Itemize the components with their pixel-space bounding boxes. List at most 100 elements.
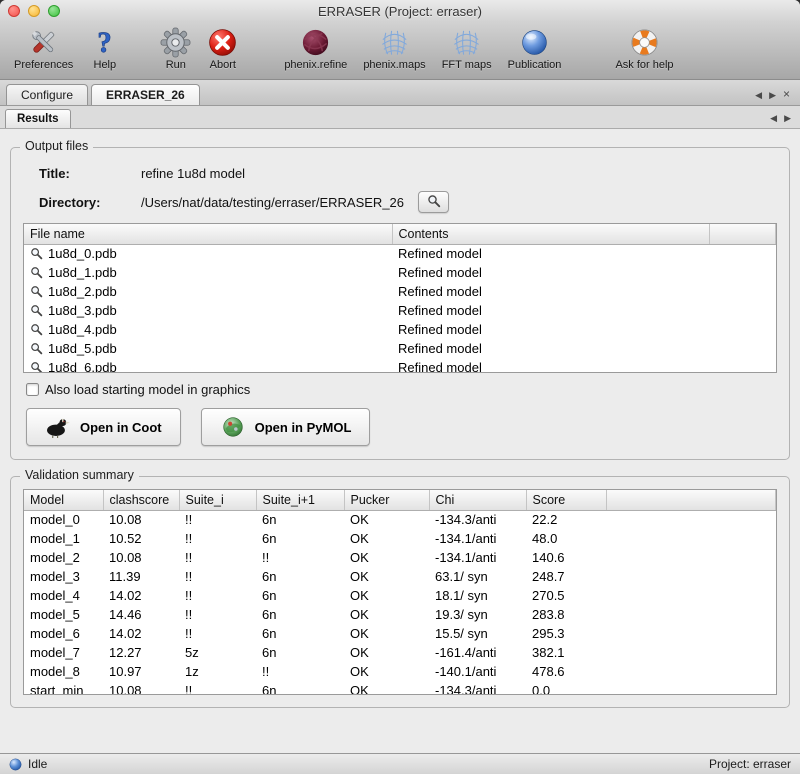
validation-cell: !! xyxy=(179,548,256,567)
file-name: 1u8d_2.pdb xyxy=(48,284,117,299)
column-header-score[interactable]: Score xyxy=(526,490,606,510)
validation-cell: 6n xyxy=(256,605,344,624)
validation-row[interactable]: model_110.52!!6nOK-134.1/anti48.0 xyxy=(24,529,776,548)
file-contents: Refined model xyxy=(392,301,709,320)
erraser-window: ERRASER (Project: erraser) Preferences?H… xyxy=(0,0,800,774)
tab-configure[interactable]: Configure xyxy=(6,84,88,105)
validation-row[interactable]: model_810.971z!!OK-140.1/anti478.6 xyxy=(24,662,776,681)
validation-cell: 14.46 xyxy=(103,605,179,624)
validation-cell: !! xyxy=(179,624,256,643)
validation-table[interactable]: Model clashscore Suite_i Suite_i+1 Pucke… xyxy=(23,489,777,695)
validation-cell: 6n xyxy=(256,624,344,643)
magnifier-icon xyxy=(30,247,43,260)
tab-scroll-left-icon[interactable]: ◀ xyxy=(755,91,762,100)
file-row[interactable]: 1u8d_2.pdbRefined model xyxy=(24,282,776,301)
toolbar-button-publication[interactable]: Publication xyxy=(500,26,570,72)
file-row[interactable]: 1u8d_6.pdbRefined model xyxy=(24,358,776,373)
toolbar-button-run[interactable]: Run xyxy=(152,26,199,72)
column-header-chi[interactable]: Chi xyxy=(429,490,526,510)
validation-cell: model_5 xyxy=(24,605,103,624)
validation-cell: 63.1/ syn xyxy=(429,567,526,586)
column-header-file-name[interactable]: File name xyxy=(24,224,392,244)
validation-cell: OK xyxy=(344,567,429,586)
subtab-scroll-left-icon[interactable]: ◀ xyxy=(770,114,777,123)
toolbar-button-ask-for-help[interactable]: Ask for help xyxy=(607,26,681,72)
abort-icon xyxy=(207,27,238,58)
toolbar-button-abort[interactable]: Abort xyxy=(199,26,246,72)
title-label: Title: xyxy=(39,166,141,181)
validation-cell: OK xyxy=(344,681,429,695)
validation-cell: 10.97 xyxy=(103,662,179,681)
validation-cell: 10.08 xyxy=(103,681,179,695)
validation-cell: OK xyxy=(344,586,429,605)
validation-row[interactable]: start_min10.08!!6nOK-134.3/anti0.0 xyxy=(24,681,776,695)
validation-cell: !! xyxy=(179,567,256,586)
toolbar-button-label: phenix.maps xyxy=(363,59,425,71)
output-files-table[interactable]: File name Contents 1u8d_0.pdbRefined mod… xyxy=(23,223,777,373)
validation-cell: OK xyxy=(344,548,429,567)
toolbar-button-help[interactable]: ?Help xyxy=(81,26,128,72)
validation-row[interactable]: model_210.08!!!!OK-134.1/anti140.6 xyxy=(24,548,776,567)
tab-results[interactable]: Results xyxy=(5,109,71,128)
file-row[interactable]: 1u8d_0.pdbRefined model xyxy=(24,244,776,263)
zoom-window-button[interactable] xyxy=(48,5,60,17)
validation-cell: -134.1/anti xyxy=(429,548,526,567)
tab-controls: ◀ ▶ × xyxy=(755,90,794,105)
validation-cell: -161.4/anti xyxy=(429,643,526,662)
validation-cell: 283.8 xyxy=(526,605,606,624)
toolbar-button-label: Run xyxy=(166,59,186,71)
file-row[interactable]: 1u8d_5.pdbRefined model xyxy=(24,339,776,358)
validation-row[interactable]: model_712.275z6nOK-161.4/anti382.1 xyxy=(24,643,776,662)
close-window-button[interactable] xyxy=(8,5,20,17)
phenix-refine-icon xyxy=(300,27,331,58)
validation-row[interactable]: model_614.02!!6nOK15.5/ syn295.3 xyxy=(24,624,776,643)
tab-scroll-right-icon[interactable]: ▶ xyxy=(769,91,776,100)
load-starting-model-checkbox[interactable] xyxy=(26,383,39,396)
column-header-contents[interactable]: Contents xyxy=(392,224,709,244)
minimize-window-button[interactable] xyxy=(28,5,40,17)
column-header-pucker[interactable]: Pucker xyxy=(344,490,429,510)
validation-cell: 6n xyxy=(256,529,344,548)
validation-table-header: Model clashscore Suite_i Suite_i+1 Pucke… xyxy=(24,490,776,510)
file-row[interactable]: 1u8d_3.pdbRefined model xyxy=(24,301,776,320)
column-header-empty[interactable] xyxy=(709,224,776,244)
validation-cell: 10.08 xyxy=(103,510,179,529)
validation-cell: start_min xyxy=(24,681,103,695)
tab-close-icon[interactable]: × xyxy=(783,88,790,100)
validation-cell: -134.3/anti xyxy=(429,681,526,695)
toolbar-button-preferences[interactable]: Preferences xyxy=(6,26,81,72)
subtab-scroll-right-icon[interactable]: ▶ xyxy=(784,114,791,123)
validation-cell: 6n xyxy=(256,681,344,695)
toolbar-button-phenix-refine[interactable]: phenix.refine xyxy=(276,26,355,72)
validation-row[interactable]: model_010.08!!6nOK-134.3/anti22.2 xyxy=(24,510,776,529)
validation-cell: model_7 xyxy=(24,643,103,662)
open-in-coot-button[interactable]: Open in Coot xyxy=(26,408,181,446)
validation-row[interactable]: model_311.39!!6nOK63.1/ syn248.7 xyxy=(24,567,776,586)
title-value: refine 1u8d model xyxy=(141,166,245,181)
column-header-model[interactable]: Model xyxy=(24,490,103,510)
validation-cell: 14.02 xyxy=(103,586,179,605)
column-header-suite-i[interactable]: Suite_i xyxy=(179,490,256,510)
toolbar-button-label: Ask for help xyxy=(615,59,673,71)
tab-erraser-26[interactable]: ERRASER_26 xyxy=(91,84,200,105)
load-starting-model-row[interactable]: Also load starting model in graphics xyxy=(26,382,777,397)
column-header-empty[interactable] xyxy=(606,490,776,510)
files-table-body: 1u8d_0.pdbRefined model1u8d_1.pdbRefined… xyxy=(24,244,776,373)
validation-row[interactable]: model_514.46!!6nOK19.3/ syn283.8 xyxy=(24,605,776,624)
magnifier-icon xyxy=(30,323,43,336)
validation-row[interactable]: model_414.02!!6nOK18.1/ syn270.5 xyxy=(24,586,776,605)
file-row[interactable]: 1u8d_1.pdbRefined model xyxy=(24,263,776,282)
validation-cell: model_6 xyxy=(24,624,103,643)
file-row[interactable]: 1u8d_4.pdbRefined model xyxy=(24,320,776,339)
directory-value: /Users/nat/data/testing/erraser/ERRASER_… xyxy=(141,195,404,210)
toolbar-button-phenix-maps[interactable]: phenix.maps xyxy=(355,26,433,72)
validation-cell: 295.3 xyxy=(526,624,606,643)
toolbar-button-fft-maps[interactable]: FFT maps xyxy=(434,26,500,72)
window-title: ERRASER (Project: erraser) xyxy=(318,4,482,19)
column-header-suite-i1[interactable]: Suite_i+1 xyxy=(256,490,344,510)
column-header-clashscore[interactable]: clashscore xyxy=(103,490,179,510)
magnifier-icon xyxy=(30,361,43,373)
open-in-pymol-button[interactable]: Open in PyMOL xyxy=(201,408,371,446)
browse-directory-button[interactable] xyxy=(418,191,449,213)
status-sphere-icon xyxy=(9,758,22,771)
